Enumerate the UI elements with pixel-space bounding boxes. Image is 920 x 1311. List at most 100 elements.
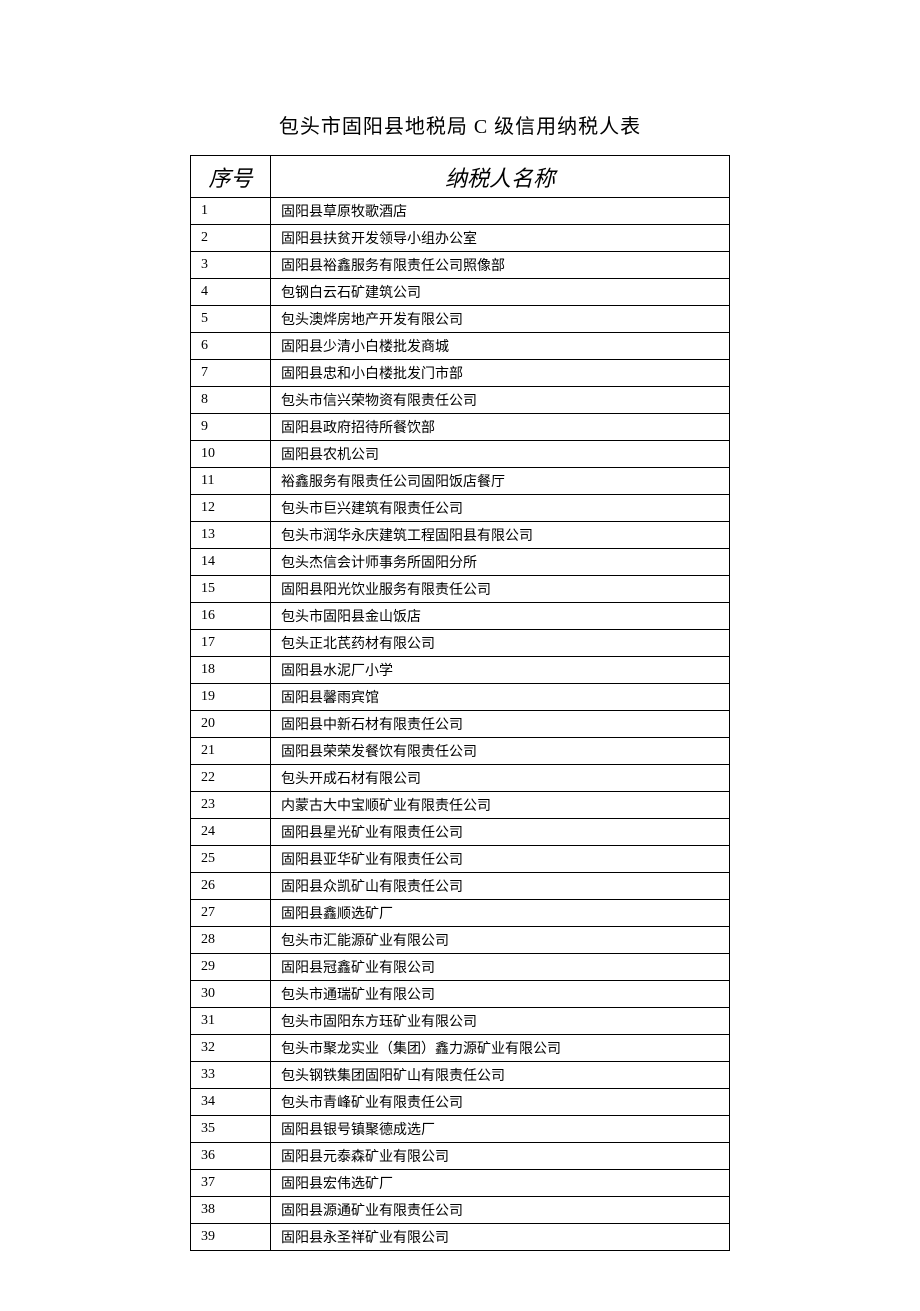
cell-name: 固阳县草原牧歌酒店 bbox=[271, 198, 730, 225]
cell-index: 39 bbox=[191, 1224, 271, 1251]
cell-name: 包钢白云石矿建筑公司 bbox=[271, 279, 730, 306]
table-row: 18固阳县水泥厂小学 bbox=[191, 657, 730, 684]
cell-name: 包头市信兴荣物资有限责任公司 bbox=[271, 387, 730, 414]
page-title: 包头市固阳县地税局 C 级信用纳税人表 bbox=[130, 110, 790, 139]
cell-name: 包头杰信会计师事务所固阳分所 bbox=[271, 549, 730, 576]
table-row: 32包头市聚龙实业（集团）鑫力源矿业有限公司 bbox=[191, 1035, 730, 1062]
table-row: 28包头市汇能源矿业有限公司 bbox=[191, 927, 730, 954]
cell-name: 固阳县阳光饮业服务有限责任公司 bbox=[271, 576, 730, 603]
cell-index: 27 bbox=[191, 900, 271, 927]
cell-name: 固阳县裕鑫服务有限责任公司照像部 bbox=[271, 252, 730, 279]
table-row: 34包头市青峰矿业有限责任公司 bbox=[191, 1089, 730, 1116]
cell-name: 包头市汇能源矿业有限公司 bbox=[271, 927, 730, 954]
cell-name: 固阳县永圣祥矿业有限公司 bbox=[271, 1224, 730, 1251]
header-name: 纳税人名称 bbox=[271, 156, 730, 198]
cell-index: 22 bbox=[191, 765, 271, 792]
cell-name: 包头市巨兴建筑有限责任公司 bbox=[271, 495, 730, 522]
cell-name: 包头市固阳东方珏矿业有限公司 bbox=[271, 1008, 730, 1035]
table-row: 1固阳县草原牧歌酒店 bbox=[191, 198, 730, 225]
cell-name: 包头钢铁集团固阳矿山有限责任公司 bbox=[271, 1062, 730, 1089]
cell-index: 20 bbox=[191, 711, 271, 738]
cell-name: 固阳县宏伟选矿厂 bbox=[271, 1170, 730, 1197]
taxpayer-table: 序号 纳税人名称 1固阳县草原牧歌酒店2固阳县扶贫开发领导小组办公室3固阳县裕鑫… bbox=[190, 155, 730, 1251]
table-row: 6固阳县少清小白楼批发商城 bbox=[191, 333, 730, 360]
cell-index: 2 bbox=[191, 225, 271, 252]
table-row: 2固阳县扶贫开发领导小组办公室 bbox=[191, 225, 730, 252]
table-row: 35固阳县银号镇聚德成选厂 bbox=[191, 1116, 730, 1143]
table-row: 23内蒙古大中宝顺矿业有限责任公司 bbox=[191, 792, 730, 819]
table-row: 5包头澳烨房地产开发有限公司 bbox=[191, 306, 730, 333]
table-row: 12包头市巨兴建筑有限责任公司 bbox=[191, 495, 730, 522]
table-row: 21固阳县荣荣发餐饮有限责任公司 bbox=[191, 738, 730, 765]
table-header-row: 序号 纳税人名称 bbox=[191, 156, 730, 198]
table-row: 29固阳县冠鑫矿业有限公司 bbox=[191, 954, 730, 981]
cell-index: 11 bbox=[191, 468, 271, 495]
cell-name: 内蒙古大中宝顺矿业有限责任公司 bbox=[271, 792, 730, 819]
cell-index: 6 bbox=[191, 333, 271, 360]
cell-index: 5 bbox=[191, 306, 271, 333]
cell-index: 25 bbox=[191, 846, 271, 873]
table-row: 13包头市润华永庆建筑工程固阳县有限公司 bbox=[191, 522, 730, 549]
table-row: 11裕鑫服务有限责任公司固阳饭店餐厅 bbox=[191, 468, 730, 495]
cell-index: 17 bbox=[191, 630, 271, 657]
cell-name: 固阳县鑫顺选矿厂 bbox=[271, 900, 730, 927]
table-row: 4包钢白云石矿建筑公司 bbox=[191, 279, 730, 306]
cell-index: 33 bbox=[191, 1062, 271, 1089]
table-row: 14包头杰信会计师事务所固阳分所 bbox=[191, 549, 730, 576]
table-row: 17包头正北芪药材有限公司 bbox=[191, 630, 730, 657]
cell-index: 37 bbox=[191, 1170, 271, 1197]
table-row: 19固阳县馨雨宾馆 bbox=[191, 684, 730, 711]
table-row: 24固阳县星光矿业有限责任公司 bbox=[191, 819, 730, 846]
table-row: 20固阳县中新石材有限责任公司 bbox=[191, 711, 730, 738]
cell-index: 21 bbox=[191, 738, 271, 765]
cell-name: 包头市通瑞矿业有限公司 bbox=[271, 981, 730, 1008]
cell-name: 包头澳烨房地产开发有限公司 bbox=[271, 306, 730, 333]
cell-index: 10 bbox=[191, 441, 271, 468]
table-row: 27固阳县鑫顺选矿厂 bbox=[191, 900, 730, 927]
cell-name: 固阳县众凯矿山有限责任公司 bbox=[271, 873, 730, 900]
cell-name: 固阳县少清小白楼批发商城 bbox=[271, 333, 730, 360]
cell-index: 23 bbox=[191, 792, 271, 819]
table-row: 15固阳县阳光饮业服务有限责任公司 bbox=[191, 576, 730, 603]
cell-index: 31 bbox=[191, 1008, 271, 1035]
cell-name: 固阳县扶贫开发领导小组办公室 bbox=[271, 225, 730, 252]
table-row: 39固阳县永圣祥矿业有限公司 bbox=[191, 1224, 730, 1251]
table-row: 3固阳县裕鑫服务有限责任公司照像部 bbox=[191, 252, 730, 279]
cell-index: 32 bbox=[191, 1035, 271, 1062]
table-row: 10固阳县农机公司 bbox=[191, 441, 730, 468]
cell-index: 36 bbox=[191, 1143, 271, 1170]
table-row: 37固阳县宏伟选矿厂 bbox=[191, 1170, 730, 1197]
table-row: 9固阳县政府招待所餐饮部 bbox=[191, 414, 730, 441]
cell-index: 28 bbox=[191, 927, 271, 954]
cell-name: 固阳县农机公司 bbox=[271, 441, 730, 468]
cell-name: 固阳县亚华矿业有限责任公司 bbox=[271, 846, 730, 873]
cell-name: 固阳县星光矿业有限责任公司 bbox=[271, 819, 730, 846]
cell-index: 26 bbox=[191, 873, 271, 900]
table-row: 8包头市信兴荣物资有限责任公司 bbox=[191, 387, 730, 414]
cell-index: 24 bbox=[191, 819, 271, 846]
cell-index: 34 bbox=[191, 1089, 271, 1116]
cell-name: 固阳县冠鑫矿业有限公司 bbox=[271, 954, 730, 981]
cell-name: 包头正北芪药材有限公司 bbox=[271, 630, 730, 657]
cell-index: 16 bbox=[191, 603, 271, 630]
cell-index: 13 bbox=[191, 522, 271, 549]
table-row: 30包头市通瑞矿业有限公司 bbox=[191, 981, 730, 1008]
table-row: 25固阳县亚华矿业有限责任公司 bbox=[191, 846, 730, 873]
cell-name: 包头市青峰矿业有限责任公司 bbox=[271, 1089, 730, 1116]
cell-name: 固阳县忠和小白楼批发门市部 bbox=[271, 360, 730, 387]
table-row: 16包头市固阳县金山饭店 bbox=[191, 603, 730, 630]
cell-index: 15 bbox=[191, 576, 271, 603]
cell-name: 包头市润华永庆建筑工程固阳县有限公司 bbox=[271, 522, 730, 549]
cell-index: 4 bbox=[191, 279, 271, 306]
table-row: 26固阳县众凯矿山有限责任公司 bbox=[191, 873, 730, 900]
table-row: 7固阳县忠和小白楼批发门市部 bbox=[191, 360, 730, 387]
cell-index: 7 bbox=[191, 360, 271, 387]
cell-name: 固阳县源通矿业有限责任公司 bbox=[271, 1197, 730, 1224]
cell-index: 35 bbox=[191, 1116, 271, 1143]
cell-name: 包头市聚龙实业（集团）鑫力源矿业有限公司 bbox=[271, 1035, 730, 1062]
cell-name: 固阳县水泥厂小学 bbox=[271, 657, 730, 684]
cell-index: 18 bbox=[191, 657, 271, 684]
cell-name: 固阳县荣荣发餐饮有限责任公司 bbox=[271, 738, 730, 765]
cell-name: 固阳县元泰森矿业有限公司 bbox=[271, 1143, 730, 1170]
table-row: 38固阳县源通矿业有限责任公司 bbox=[191, 1197, 730, 1224]
